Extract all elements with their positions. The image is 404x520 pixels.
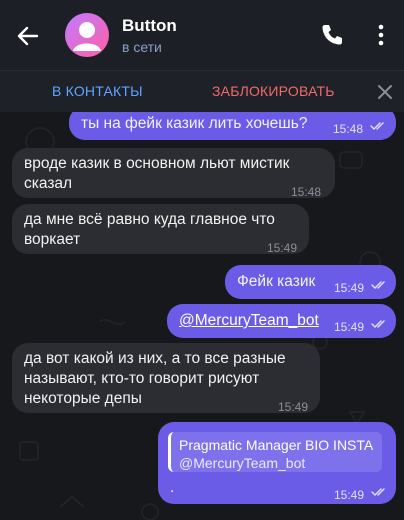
avatar[interactable] [65, 13, 109, 57]
preview-subtitle: @MercuryTeam_bot [179, 455, 306, 471]
message-text: сказал [24, 175, 73, 192]
message-time: 15:48 [291, 185, 322, 199]
message-bubble[interactable]: да мне всё равно куда главное что воркае… [12, 204, 309, 255]
chat-header: Button в сети [0, 0, 404, 70]
message-bubble[interactable]: Фейк казик 15:49 [225, 265, 396, 299]
message-bubble[interactable]: вроде казик в основном льют мистик сказа… [12, 148, 335, 199]
more-button[interactable] [372, 22, 390, 48]
message-text: да мне всё равно куда главное что [24, 211, 275, 228]
add-contact-button[interactable]: В КОНТАКТЫ [52, 83, 143, 99]
phone-icon [322, 25, 342, 45]
double-check-icon [371, 320, 385, 328]
message-time: 15:49 [334, 488, 365, 502]
message-time: 15:49 [334, 320, 365, 334]
double-check-icon [371, 488, 385, 496]
message-time: 15:49 [267, 241, 298, 255]
message-text: ты на фейк казик лить хочешь? [81, 115, 308, 132]
message-time: 15:48 [333, 122, 364, 136]
online-status: в сети [122, 39, 162, 55]
user-icon [73, 22, 101, 51]
message-text: . [170, 479, 175, 496]
arrow-left-icon [17, 26, 39, 46]
message-text: воркает [24, 231, 81, 248]
message-bubble[interactable]: ты на фейк казик лить хочешь? 15:48 [69, 112, 396, 140]
close-icon [378, 85, 392, 99]
mention-link[interactable]: @MercuryTeam_bot [179, 311, 319, 331]
unknown-contact-bar: В КОНТАКТЫ ЗАБЛОКИРОВАТЬ [0, 70, 404, 112]
message-bubble[interactable]: Pragmatic Manager BIO INSTA @MercuryTeam… [158, 422, 396, 504]
call-button[interactable] [319, 22, 345, 48]
message-time: 15:49 [278, 400, 309, 414]
message-text: некоторые депы [24, 390, 142, 407]
message-time: 15:49 [334, 281, 365, 295]
message-text: называют, кто-то говорит рисуют [24, 370, 260, 387]
link-preview[interactable]: Pragmatic Manager BIO INSTA @MercuryTeam… [168, 432, 382, 472]
message-text: вроде казик в основном льют мистик [24, 155, 290, 172]
preview-title: Pragmatic Manager BIO INSTA [179, 437, 374, 453]
message-list[interactable]: ты на фейк казик лить хочешь? 15:48 врод… [0, 112, 404, 520]
message-bubble[interactable]: да вот какой из них, а то все разные наз… [12, 343, 320, 414]
contact-name[interactable]: Button [122, 16, 177, 36]
message-text: Фейк казик [237, 273, 316, 290]
more-vertical-icon [378, 24, 384, 46]
close-bar-button[interactable] [376, 83, 394, 101]
message-text: да вот какой из них, а то все разные [24, 350, 286, 367]
back-button[interactable] [12, 20, 44, 52]
block-button[interactable]: ЗАБЛОКИРОВАТЬ [212, 83, 335, 99]
double-check-icon [371, 281, 385, 289]
double-check-icon [370, 122, 384, 130]
message-bubble[interactable]: @MercuryTeam_bot 15:49 [167, 304, 396, 338]
